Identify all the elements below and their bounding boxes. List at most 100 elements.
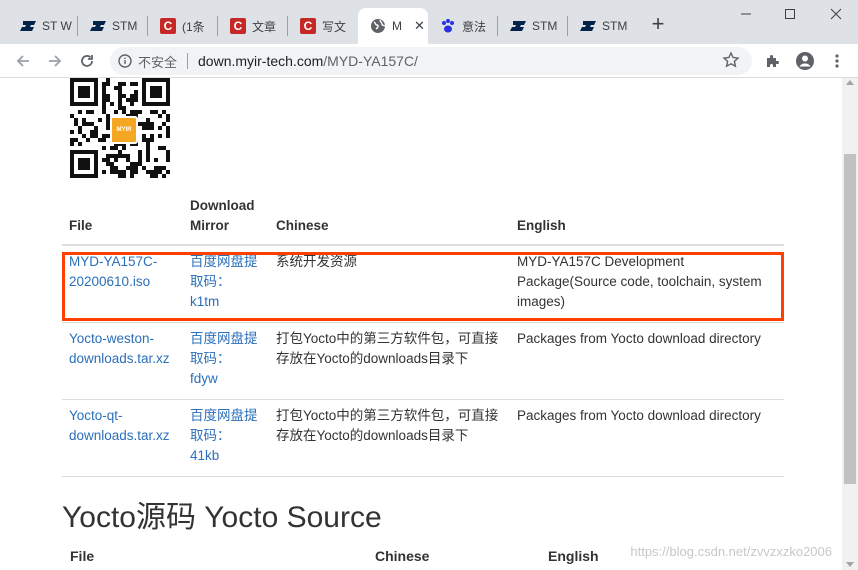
csdn-c-icon: C [160, 18, 176, 34]
watermark-text: https://blog.csdn.net/zvvzxzko2006 [630, 544, 832, 559]
browser-tab[interactable]: C 写文 [288, 8, 358, 44]
minimize-button[interactable] [736, 6, 756, 26]
browser-tab[interactable]: ST W [8, 8, 78, 44]
myir-logo: MYIR [110, 116, 138, 144]
extraction-code: fdyw [190, 370, 218, 386]
section-header-file: File [70, 548, 95, 564]
file-name-line1: Yocto-qt- [69, 407, 123, 423]
forward-button[interactable] [44, 50, 66, 72]
security-label: 不安全 [138, 54, 178, 70]
tab-title: 写文 [322, 19, 347, 34]
bookmark-star-icon[interactable] [722, 51, 740, 72]
header-mirror-line1: Download [190, 198, 255, 213]
puzzle-icon [767, 55, 779, 67]
baidu-pan-link[interactable]: 百度网盘提取码： k1tm [190, 254, 258, 309]
url-host: down.myir-tech.com [198, 53, 324, 69]
table-row: Yocto-qt-downloads.tar.xz 百度网盘提 取码： 41kb 打… [62, 399, 784, 477]
arrow-left-icon [16, 55, 29, 67]
table-header-row: File Download Mirror Chinese English [62, 192, 784, 246]
close-window-button[interactable] [826, 6, 846, 26]
header-chinese: Chinese [269, 192, 510, 246]
browser-tab[interactable]: STM [568, 8, 638, 44]
extraction-code: 41kb [190, 447, 220, 463]
scroll-down-arrow-icon[interactable] [846, 562, 854, 567]
st-logo-icon [90, 18, 106, 34]
profile-button[interactable] [794, 50, 816, 72]
reload-icon [81, 55, 93, 67]
section-heading: Yocto源码 Yocto Source [62, 501, 382, 534]
chinese-description: 系统开发资源 [269, 245, 510, 323]
address-bar[interactable]: 不安全 down.myir-tech.com/MYD-YA157C/ [110, 47, 752, 75]
csdn-c-icon: C [230, 18, 246, 34]
baidu-pan-link[interactable]: 百度网盘提取码： 41kb [190, 408, 258, 463]
mirror-cell: 百度网盘提取码： 41kb [183, 399, 269, 477]
table-row: Yocto-weston-downloads.tar.xz 百度网盘提取码： fd… [62, 322, 784, 400]
mirror-line2: 取码： [190, 350, 231, 366]
tab-title: STM [112, 19, 138, 33]
tab-title: STM [602, 19, 628, 33]
mirror-line1: 百度网盘提 [190, 330, 258, 346]
baidu-paw-icon [440, 18, 456, 34]
file-cell: Yocto-weston-downloads.tar.xz [62, 322, 183, 400]
file-link[interactable]: Yocto-qt-downloads.tar.xz [69, 408, 170, 443]
qr-code-image: MYIR [70, 78, 174, 178]
extraction-code: k1tm [190, 294, 220, 309]
account-icon [796, 52, 814, 70]
browser-tab[interactable]: STM [78, 8, 148, 44]
file-name-line1: Yocto-weston- [69, 330, 155, 346]
file-link[interactable]: Yocto-weston-downloads.tar.xz [69, 331, 170, 366]
mirror-line1: 百度网盘提 [190, 407, 258, 423]
url-text: down.myir-tech.com/MYD-YA157C/ [198, 53, 418, 69]
close-tab-icon[interactable]: ✕ [414, 18, 425, 34]
arrow-right-icon [49, 55, 62, 67]
english-description: MYD-YA157C Development Package(Source co… [510, 245, 784, 323]
english-description: Packages from Yocto download directory [510, 322, 784, 400]
browser-tab-active[interactable]: M ✕ [358, 8, 428, 44]
browser-tab[interactable]: C (1条 [148, 8, 218, 44]
url-path: /MYD-YA157C/ [323, 53, 418, 69]
file-link[interactable]: MYD-YA157C- 20200610.iso [69, 254, 157, 289]
browser-toolbar: 不安全 down.myir-tech.com/MYD-YA157C/ [0, 44, 858, 78]
file-name-line2: 20200610.iso [69, 274, 151, 289]
chinese-description: 打包Yocto中的第三方软件包，可直接存放在Yocto的downloads目录下 [269, 322, 510, 400]
info-icon [118, 54, 132, 68]
tab-title: STM [532, 19, 558, 33]
mirror-line2: 取码： [190, 427, 231, 443]
tab-title: 意法 [462, 19, 487, 34]
table-row: MYD-YA157C- 20200610.iso 百度网盘提取码： k1tm 系统开… [62, 245, 784, 323]
st-logo-icon [20, 18, 36, 34]
file-name-line2: downloads.tar.xz [69, 427, 170, 443]
header-download-mirror: Download Mirror [183, 192, 269, 246]
browser-tab[interactable]: 意法 [428, 8, 498, 44]
menu-button[interactable] [826, 50, 848, 72]
file-cell: MYD-YA157C- 20200610.iso [62, 245, 183, 323]
maximize-button[interactable] [780, 6, 800, 26]
file-cell: Yocto-qt-downloads.tar.xz [62, 399, 183, 477]
kebab-menu-icon [835, 54, 839, 68]
security-indicator[interactable]: 不安全 [118, 52, 177, 71]
baidu-pan-link[interactable]: 百度网盘提取码： fdyw [190, 331, 258, 386]
reload-button[interactable] [76, 50, 98, 72]
tab-title: M [392, 19, 402, 33]
scroll-up-arrow-icon[interactable] [846, 80, 854, 85]
st-logo-icon [580, 18, 596, 34]
vertical-scrollbar[interactable] [842, 78, 858, 570]
header-mirror-line2: Mirror [190, 218, 230, 233]
back-button[interactable] [12, 50, 34, 72]
extensions-button[interactable] [762, 50, 784, 72]
mirror-line1: 百度网盘提 [190, 254, 258, 269]
file-name-line1: MYD-YA157C- [69, 254, 158, 269]
close-icon [830, 8, 842, 20]
tab-title: 文章 [252, 19, 277, 34]
scroll-thumb[interactable] [844, 154, 856, 484]
new-tab-button[interactable]: + [648, 12, 668, 36]
mirror-line2: 取码： [190, 274, 231, 289]
section-header-english: English [548, 548, 599, 564]
st-logo-icon [510, 18, 526, 34]
browser-tab[interactable]: STM [498, 8, 568, 44]
page-content: MYIR File Download Mirror Chinese English… [0, 78, 842, 570]
omnibox-divider [187, 53, 189, 69]
tab-strip: ST W STM C (1条 C 文章 C 写文 M ✕ 意法 STM STM … [0, 0, 858, 44]
browser-tab[interactable]: C 文章 [218, 8, 288, 44]
mirror-cell: 百度网盘提取码： fdyw [183, 322, 269, 400]
